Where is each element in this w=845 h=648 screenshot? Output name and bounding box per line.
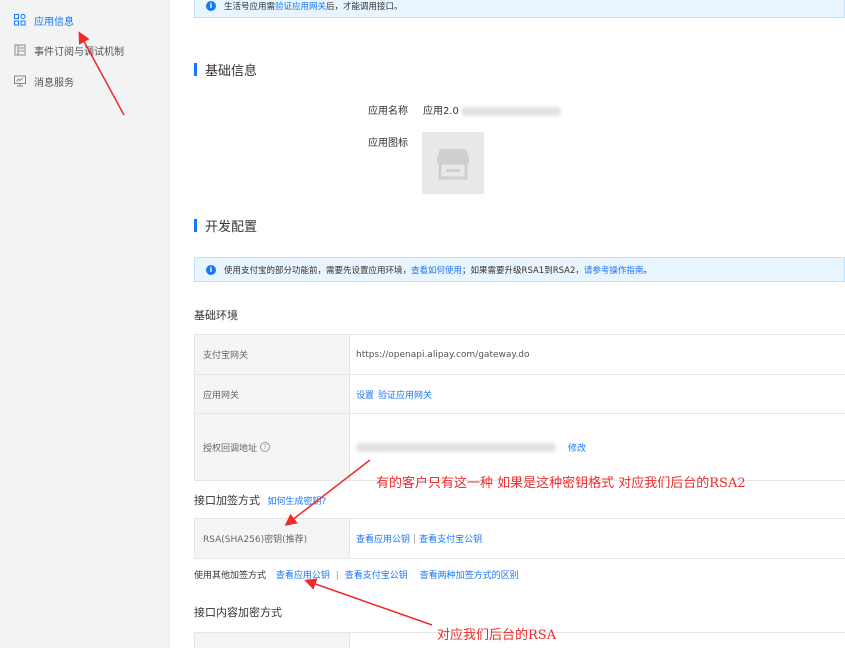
annotation-rsa: 对应我们后台的RSA (437, 628, 557, 643)
table-row: 授权回调地址 ? 修改 (194, 414, 845, 481)
how-to-use-link[interactable]: 查看如何使用 (411, 264, 462, 276)
verify-gateway-link[interactable]: 验证应用网关 (275, 0, 326, 12)
app-name-label: 应用名称 (368, 106, 408, 117)
store-icon (437, 149, 469, 180)
verify-gateway-link[interactable]: 验证应用网关 (378, 388, 432, 401)
info-icon: i (206, 264, 216, 275)
notice-text: 生活号应用需 (224, 2, 276, 12)
sidebar-item-app-info[interactable]: 应用信息 (14, 10, 74, 30)
sidebar: 应用信息 事件订阅与调试机制 消息服务 (0, 0, 170, 648)
sign-table: RSA(SHA256)密钥(推荐) 查看应用公钥 | 查看支付宝公钥 (194, 518, 845, 559)
operation-guide-link[interactable]: 请参考操作指南 (584, 264, 644, 276)
callback-label: 授权回调地址 ? (195, 414, 350, 480)
sidebar-item-label: 事件订阅与调试机制 (34, 46, 124, 58)
section-title-basic-info: 基础信息 (194, 60, 257, 79)
set-gateway-link[interactable]: 设置 (356, 388, 374, 401)
sidebar-item-label: 消息服务 (34, 77, 74, 89)
app-icon-image (422, 132, 484, 194)
gateway-value: https://openapi.alipay.com/gateway.do (356, 349, 530, 360)
view-alipay-public-key-link[interactable]: 查看支付宝公钥 (419, 532, 482, 545)
other-sign-row: 使用其他加签方式 查看应用公钥 | 查看支付宝公钥 查看两种加签方式的区别 (194, 571, 519, 581)
monitor-icon (14, 75, 26, 87)
view-app-public-key-link[interactable]: 查看应用公钥 (276, 571, 330, 581)
encrypt-method-title: 接口内容加密方式 (194, 606, 282, 619)
sign-method-title: 接口加签方式 如何生成密钥? (194, 494, 327, 507)
gateway-label: 支付宝网关 (195, 335, 350, 374)
view-alipay-public-key-link[interactable]: 查看支付宝公钥 (345, 571, 408, 581)
help-icon[interactable]: ? (260, 442, 271, 452)
app-gateway-label: 应用网关 (195, 375, 350, 413)
sidebar-item-event-subscription[interactable]: 事件订阅与调试机制 (14, 40, 124, 60)
app-icon-label: 应用图标 (368, 138, 408, 149)
notice-text: 后，才能调用接口。 (326, 2, 403, 12)
sidebar-item-label: 应用信息 (34, 16, 74, 28)
blurred-callback-url (356, 442, 556, 452)
sidebar-item-message-service[interactable]: 消息服务 (14, 71, 74, 91)
edit-callback-link[interactable]: 修改 (568, 441, 586, 454)
info-icon: i (206, 1, 216, 11)
table-row: 支付宝网关 https://openapi.alipay.com/gateway… (194, 335, 845, 375)
list-icon (14, 44, 26, 56)
how-to-generate-key-link[interactable]: 如何生成密钥? (268, 497, 327, 507)
view-app-public-key-link[interactable]: 查看应用公钥 (356, 532, 410, 545)
annotation-rsa2: 有的客户只有这一种 如果是这种密钥格式 对应我们后台的RSA2 (376, 476, 746, 491)
grid-icon (14, 14, 26, 26)
rsa2-key-label: RSA(SHA256)密钥(推荐) (195, 519, 350, 558)
app-name-value: 应用2.0 (423, 102, 561, 117)
sign-method-difference-link[interactable]: 查看两种加签方式的区别 (420, 571, 519, 581)
section-title-dev-config: 开发配置 (194, 216, 257, 235)
main-content: i 生活号应用需 验证应用网关 后，才能调用接口。 基础信息 应用名称 应用2.… (170, 0, 845, 648)
dev-config-notice: i 使用支付宝的部分功能前，需要先设置应用环境， 查看如何使用 ；如果需要升级R… (194, 257, 845, 282)
gateway-notice: i 生活号应用需 验证应用网关 后，才能调用接口。 (194, 0, 845, 18)
env-table: 支付宝网关 https://openapi.alipay.com/gateway… (194, 334, 845, 481)
table-row: 应用网关 设置 验证应用网关 (194, 375, 845, 414)
table-row: RSA(SHA256)密钥(推荐) 查看应用公钥 | 查看支付宝公钥 (194, 519, 845, 559)
blurred-app-name (460, 106, 561, 116)
env-title: 基础环境 (194, 309, 238, 322)
